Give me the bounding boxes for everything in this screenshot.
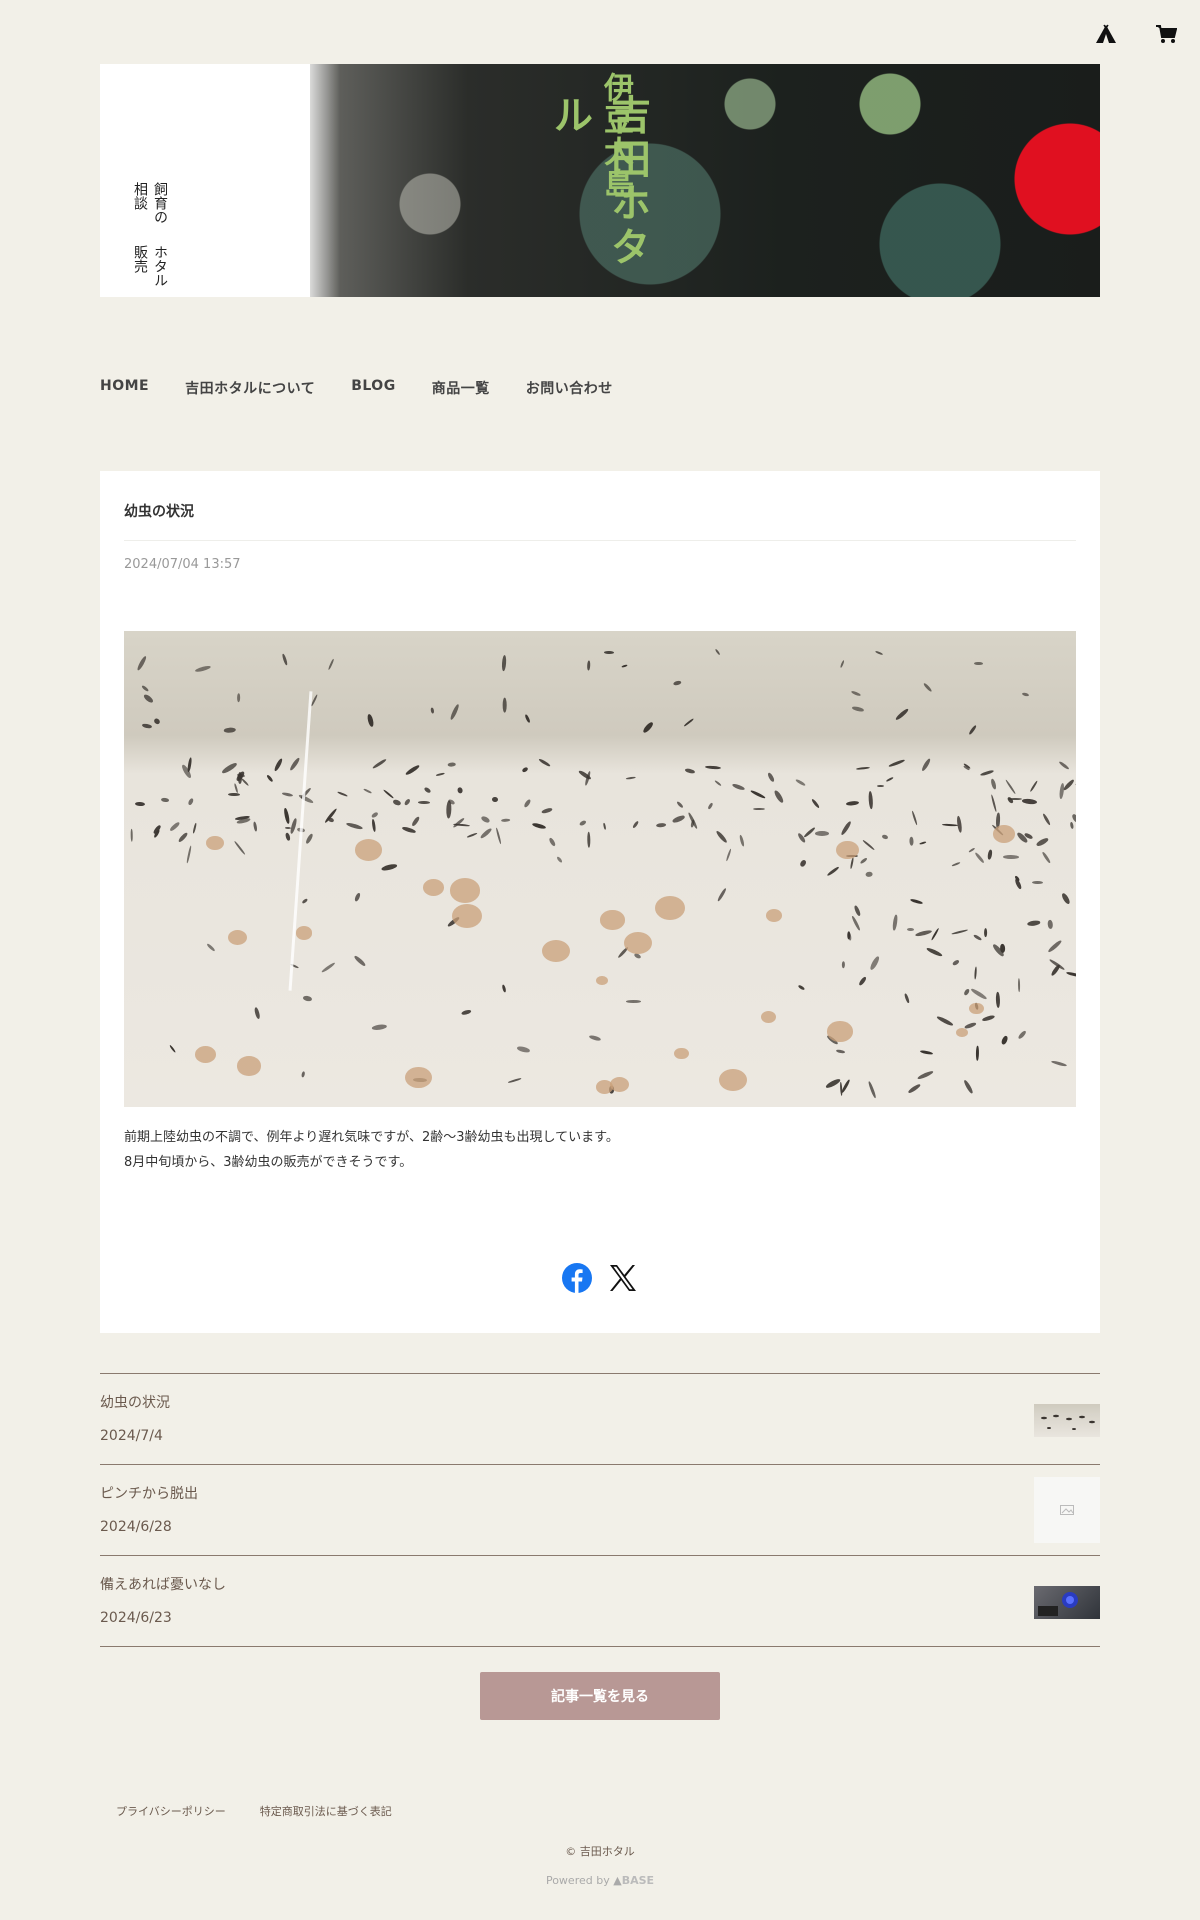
- base-brand: BASE: [621, 1874, 655, 1887]
- main-nav: HOME 吉田ホタルについて BLOG 商品一覧 お問い合わせ: [100, 378, 613, 398]
- related-thumbnail: [1034, 1404, 1100, 1437]
- commerce-law-link[interactable]: 特定商取引法に基づく表記: [260, 1803, 392, 1819]
- post-body-line: 前期上陸幼虫の不調で、例年より遅れ気味ですが、2齢〜3齢幼虫も出現しています。: [124, 1130, 619, 1145]
- base-logo-icon: ▲: [613, 1874, 622, 1887]
- blog-post: 幼虫の状況 2024/07/04 13:57 前期上陸幼虫の不調で、例年より遅れ…: [100, 471, 1100, 1333]
- post-body-line: 8月中旬頃から、3齢幼虫の販売ができそうです。: [124, 1155, 413, 1170]
- related-date: 2024/6/28: [100, 1519, 172, 1535]
- banner-tagline-1: ホタル販売: [132, 244, 168, 287]
- x-icon[interactable]: [607, 1262, 639, 1294]
- related-thumbnail: [1034, 1477, 1100, 1543]
- related-date: 2024/6/23: [100, 1610, 172, 1626]
- post-date: 2024/07/04 13:57: [124, 557, 241, 572]
- camellia-photo: [310, 64, 1100, 297]
- related-title: 幼虫の状況: [100, 1395, 170, 1411]
- nav-contact[interactable]: お問い合わせ: [526, 378, 613, 398]
- list-item[interactable]: ピンチから脱出 2024/6/28: [100, 1465, 1100, 1556]
- powered-by-label: Powered by: [545, 1874, 610, 1887]
- divider: [124, 540, 1076, 541]
- powered-by[interactable]: Powered by ▲BASE: [0, 1874, 1200, 1887]
- nav-products[interactable]: 商品一覧: [432, 378, 490, 398]
- header-banner[interactable]: ホタル販売 飼育の相談 伊豆大島 吉田ホタル: [100, 64, 1100, 297]
- related-date: 2024/7/4: [100, 1428, 163, 1444]
- image-placeholder-icon: [1060, 1505, 1074, 1515]
- related-thumbnail: [1034, 1586, 1100, 1619]
- view-all-posts-button[interactable]: 記事一覧を見る: [480, 1672, 720, 1720]
- nav-home[interactable]: HOME: [100, 378, 149, 398]
- tent-icon[interactable]: [1090, 18, 1122, 50]
- nav-blog[interactable]: BLOG: [351, 378, 396, 398]
- related-title: ピンチから脱出: [100, 1486, 198, 1502]
- copyright: © 吉田ホタル: [565, 1845, 635, 1858]
- banner-tagline-2: 飼育の相談: [132, 182, 168, 224]
- footer-links: プライバシーポリシー 特定商取引法に基づく表記: [116, 1803, 392, 1819]
- banner-shop-name: 吉田ホタル: [546, 94, 651, 270]
- header-icons: [1090, 18, 1182, 50]
- post-body: 前期上陸幼虫の不調で、例年より遅れ気味ですが、2齢〜3齢幼虫も出現しています。 …: [124, 1125, 619, 1175]
- facebook-icon[interactable]: [561, 1262, 593, 1294]
- privacy-policy-link[interactable]: プライバシーポリシー: [116, 1803, 226, 1819]
- share-buttons: [100, 1262, 1100, 1294]
- post-image: [124, 631, 1076, 1107]
- banner-tagline: ホタル販売 飼育の相談: [130, 182, 170, 297]
- cart-icon[interactable]: [1150, 18, 1182, 50]
- list-item[interactable]: 備えあれば憂いなし 2024/6/23: [100, 1556, 1100, 1647]
- post-title: 幼虫の状況: [124, 504, 194, 520]
- list-item[interactable]: 幼虫の状況 2024/7/4: [100, 1374, 1100, 1465]
- nav-about[interactable]: 吉田ホタルについて: [185, 378, 315, 398]
- related-title: 備えあれば憂いなし: [100, 1577, 226, 1593]
- related-posts: 幼虫の状況 2024/7/4 ピンチから脱出 2024/6/28 備えあれば憂い…: [100, 1373, 1100, 1647]
